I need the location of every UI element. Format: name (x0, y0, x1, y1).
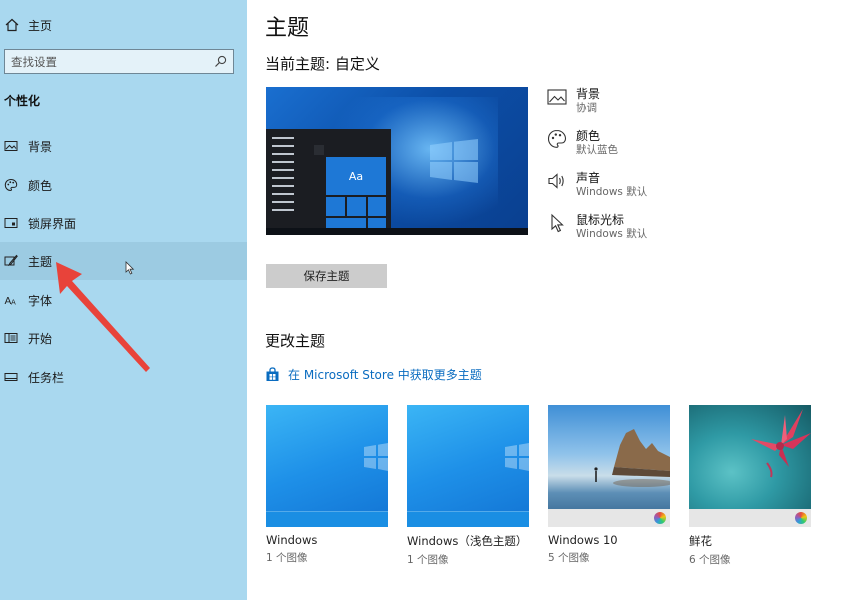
preview-start-menu: Aa (266, 129, 391, 228)
search-input[interactable] (11, 54, 214, 69)
image-icon (547, 89, 567, 105)
sidebar-item-label: 背景 (28, 139, 53, 154)
home-nav[interactable]: 主页 (5, 15, 52, 35)
sidebar-item-label: 锁屏界面 (28, 216, 77, 231)
home-icon (5, 18, 19, 32)
sidebar-item-lockscreen[interactable]: 锁屏界面 (0, 204, 247, 242)
palette-icon (4, 178, 18, 192)
sidebar-item-background[interactable]: 背景 (0, 127, 247, 165)
theme-card-flowers[interactable]: 鲜花 6 个图像 (689, 405, 811, 567)
palette-icon (547, 129, 567, 148)
prop-subtitle: Windows 默认 (576, 228, 648, 240)
sidebar-item-start[interactable]: 开始 (0, 319, 247, 357)
color-wheel-icon (795, 512, 807, 524)
theme-count: 1 个图像 (266, 552, 308, 564)
theme-preview: Aa (266, 87, 528, 235)
sidebar-item-fonts[interactable]: AA 字体 (0, 281, 247, 319)
theme-count: 5 个图像 (548, 552, 590, 564)
sidebar-item-label: 主题 (28, 254, 53, 269)
theme-name: Windows 10 (548, 533, 618, 547)
beach-scene-image (594, 429, 670, 487)
sidebar-item-taskbar[interactable]: 任务栏 (0, 358, 247, 396)
lockscreen-icon (4, 218, 18, 228)
search-box[interactable] (4, 49, 234, 74)
theme-thumbnail[interactable] (407, 405, 529, 527)
sidebar-item-theme[interactable]: 主题 (0, 242, 247, 280)
thumbnail-taskbar (407, 511, 529, 527)
prop-sound[interactable]: 声音 Windows 默认 (547, 169, 707, 203)
start-icon (4, 333, 18, 343)
theme-brush-icon (4, 254, 18, 267)
search-icon[interactable] (214, 55, 227, 68)
color-wheel-icon (654, 512, 666, 524)
sidebar-item-label: 颜色 (28, 178, 53, 193)
theme-thumbnail[interactable] (548, 405, 670, 527)
sidebar-item-label: 字体 (28, 293, 53, 308)
font-icon: AA (5, 296, 17, 307)
section-title: 个性化 (4, 94, 41, 108)
preview-tile-aa: Aa (326, 157, 386, 195)
flower-image (751, 409, 811, 478)
prop-subtitle: 协调 (576, 102, 597, 114)
sidebar-item-label: 开始 (28, 331, 53, 346)
image-icon (4, 141, 18, 151)
store-link-label: 在 Microsoft Store 中获取更多主题 (288, 367, 482, 382)
store-bag-icon (266, 366, 279, 381)
page-title: 主题 (265, 16, 310, 41)
theme-thumbnail[interactable] (689, 405, 811, 527)
speaker-icon (548, 173, 564, 189)
windows-logo-icon (364, 443, 388, 471)
prop-background[interactable]: 背景 协调 (547, 85, 707, 119)
theme-count: 1 个图像 (407, 554, 449, 566)
thumbnail-bar (689, 509, 811, 527)
theme-name: Windows (266, 533, 318, 547)
preview-app-list (272, 137, 294, 217)
prop-color[interactable]: 颜色 默认蓝色 (547, 127, 707, 161)
theme-thumbnail[interactable] (266, 405, 388, 527)
theme-name: Windows（浅色主题） (407, 534, 528, 548)
mouse-cursor-icon (125, 261, 135, 275)
change-theme-title: 更改主题 (265, 332, 326, 350)
sidebar: 主页 个性化 背景 颜色 锁屏界面 主题 AA 字体 开始 任务栏 (0, 0, 247, 600)
taskbar-icon (4, 373, 18, 381)
prop-subtitle: Windows 默认 (576, 186, 648, 198)
thumbnail-bar (548, 509, 670, 527)
store-link[interactable]: 在 Microsoft Store 中获取更多主题 (265, 365, 482, 383)
current-theme-label: 当前主题: 自定义 (265, 55, 380, 73)
svg-text:A: A (11, 299, 16, 307)
theme-count: 6 个图像 (689, 554, 731, 566)
main-content: 主题 当前主题: 自定义 Aa 背景 协调 颜色 默认蓝色 声音 Windows… (247, 0, 860, 600)
theme-name: 鲜花 (689, 534, 712, 548)
prop-cursor[interactable]: 鼠标光标 Windows 默认 (547, 211, 707, 245)
prop-subtitle: 默认蓝色 (576, 144, 618, 156)
windows-logo-icon (505, 443, 529, 471)
windows-logo-icon (430, 139, 478, 183)
sidebar-item-color[interactable]: 颜色 (0, 166, 247, 204)
theme-card-windows-light[interactable]: Windows（浅色主题） 1 个图像 (407, 405, 529, 567)
save-theme-button[interactable]: 保存主题 (266, 264, 387, 288)
theme-card-windows[interactable]: Windows 1 个图像 (266, 405, 388, 565)
preview-taskbar (266, 228, 528, 235)
home-label: 主页 (28, 18, 53, 33)
theme-card-windows-10[interactable]: Windows 10 5 个图像 (548, 405, 670, 565)
sidebar-item-label: 任务栏 (28, 370, 65, 385)
thumbnail-taskbar (266, 511, 388, 527)
pointer-icon (551, 213, 564, 233)
